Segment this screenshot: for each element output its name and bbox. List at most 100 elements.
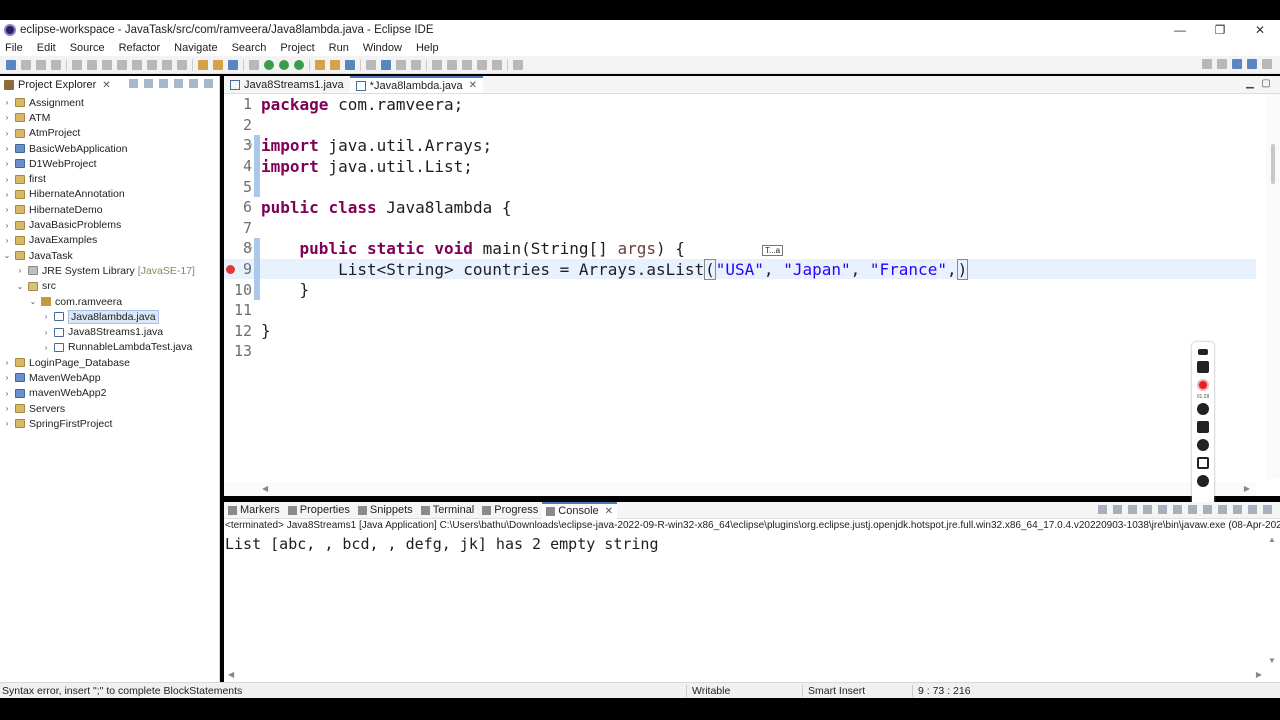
- chevron-right-icon[interactable]: ›: [2, 236, 12, 245]
- back-icon[interactable]: [477, 59, 487, 70]
- open-perspective-icon[interactable]: [1217, 59, 1227, 69]
- menu-edit[interactable]: Edit: [37, 42, 56, 54]
- settings-gear-icon[interactable]: [1197, 475, 1209, 487]
- tree-item[interactable]: › first: [0, 171, 219, 186]
- remove-all-icon[interactable]: [1128, 505, 1137, 514]
- step-into-icon[interactable]: [147, 59, 157, 70]
- pin-editor-icon[interactable]: [513, 59, 523, 70]
- menu-run[interactable]: Run: [329, 42, 349, 54]
- tree-item[interactable]: › JRE System Library [JavaSE-17]: [0, 263, 219, 278]
- forward-icon[interactable]: [492, 59, 502, 70]
- close-icon[interactable]: ✕: [605, 506, 613, 517]
- menu-help[interactable]: Help: [416, 42, 439, 54]
- maximize-button[interactable]: ❐: [1200, 20, 1240, 40]
- tree-item[interactable]: › Java8lambda.java: [0, 309, 219, 324]
- code-line[interactable]: 10 }: [224, 279, 1256, 300]
- code-line[interactable]: 12}: [224, 321, 1256, 342]
- chevron-right-icon[interactable]: ›: [2, 175, 12, 184]
- code-line[interactable]: 4 import java.util.List;: [224, 155, 1256, 177]
- fold-toggle-icon[interactable]: ⊖: [248, 244, 252, 252]
- save-icon[interactable]: [21, 59, 31, 70]
- chevron-right-icon[interactable]: ›: [2, 113, 12, 122]
- new-server-icon[interactable]: [198, 59, 208, 70]
- editor-horizontal-scrollbar[interactable]: ◀ ▶: [224, 482, 1256, 496]
- code-line[interactable]: 3 ⊖ import java.util.Arrays;: [224, 135, 1256, 156]
- code-line[interactable]: 6 public class Java8lambda {: [224, 197, 1256, 218]
- editor-vertical-scrollbar[interactable]: [1266, 94, 1280, 479]
- chevron-right-icon[interactable]: ›: [41, 312, 51, 321]
- menu-file[interactable]: File: [5, 42, 23, 54]
- maximize-view-icon[interactable]: [1263, 505, 1272, 514]
- step-return-icon[interactable]: [177, 59, 187, 70]
- chevron-right-icon[interactable]: ›: [2, 98, 12, 107]
- link-editor-icon[interactable]: [144, 79, 153, 88]
- tab-java8lambda[interactable]: *Java8lambda.java ✕: [349, 76, 484, 93]
- chevron-right-icon[interactable]: ›: [2, 159, 12, 168]
- run-icon[interactable]: [264, 59, 274, 70]
- tree-item[interactable]: › SpringFirstProject: [0, 416, 219, 431]
- toggle-mark-occurrences-icon[interactable]: [366, 59, 376, 70]
- fold-toggle-icon[interactable]: ⊖: [248, 141, 252, 149]
- chevron-right-icon[interactable]: ›: [2, 129, 12, 138]
- chevron-right-icon[interactable]: ›: [2, 358, 12, 367]
- scroll-left-icon[interactable]: ◀: [228, 670, 234, 679]
- search-icon[interactable]: [1202, 59, 1212, 69]
- chevron-right-icon[interactable]: ›: [2, 190, 12, 199]
- disconnect-icon[interactable]: [132, 59, 142, 70]
- camera-icon[interactable]: [1197, 361, 1209, 373]
- open-console-icon[interactable]: [1233, 505, 1242, 514]
- last-edit-location-icon[interactable]: [462, 59, 472, 70]
- minimize-button[interactable]: —: [1160, 20, 1200, 40]
- java-perspective-icon[interactable]: [1247, 59, 1257, 69]
- collapse-all-icon[interactable]: [129, 79, 138, 88]
- menu-refactor[interactable]: Refactor: [119, 42, 161, 54]
- chevron-down-icon[interactable]: ⌄: [2, 251, 12, 260]
- terminate-icon[interactable]: [1098, 505, 1107, 514]
- tree-item[interactable]: › ATM: [0, 110, 219, 125]
- record-icon[interactable]: [1197, 379, 1209, 391]
- java-ee-perspective-icon[interactable]: [1232, 59, 1242, 69]
- minimize-editor-icon[interactable]: ▁: [1244, 78, 1256, 89]
- console-vertical-scrollbar[interactable]: ▲ ▼: [1268, 535, 1280, 665]
- tree-item[interactable]: › JavaBasicProblems: [0, 217, 219, 232]
- scroll-left-icon[interactable]: ◀: [262, 484, 268, 493]
- code-line[interactable]: 7: [224, 218, 1256, 239]
- minimize-view-icon[interactable]: [189, 79, 198, 88]
- terminate-icon[interactable]: [117, 59, 127, 70]
- scroll-right-icon[interactable]: ▶: [1244, 484, 1250, 493]
- tree-item[interactable]: ⌄ JavaTask: [0, 248, 219, 263]
- console-output[interactable]: List [abc, , bcd, , defg, jk] has 2 empt…: [224, 535, 1280, 553]
- tree-item[interactable]: › mavenWebApp2: [0, 386, 219, 401]
- tab-markers[interactable]: Markers: [224, 502, 284, 519]
- code-line[interactable]: 1 package com.ramveera;: [224, 94, 1256, 115]
- tree-item[interactable]: ⌄ src: [0, 279, 219, 294]
- tree-item[interactable]: ⌄ com.ramveera: [0, 294, 219, 309]
- skip-breakpoints-icon[interactable]: [72, 59, 82, 70]
- chevron-down-icon[interactable]: ⌄: [15, 282, 25, 291]
- tree-item[interactable]: › MavenWebApp: [0, 370, 219, 385]
- code-line[interactable]: 8 ⊖ public static void main(String[] args…: [224, 238, 1256, 259]
- recorder-handle-icon[interactable]: [1198, 349, 1208, 355]
- save-all-icon[interactable]: [36, 59, 46, 70]
- error-marker-icon[interactable]: [226, 264, 235, 274]
- remove-launch-icon[interactable]: [1113, 505, 1122, 514]
- chevron-right-icon[interactable]: ›: [2, 404, 12, 413]
- chevron-right-icon[interactable]: ›: [2, 419, 12, 428]
- tree-item[interactable]: › HibernateDemo: [0, 202, 219, 217]
- tab-java8streams1[interactable]: Java8Streams1.java: [224, 76, 350, 93]
- debug-perspective-icon[interactable]: [1262, 59, 1272, 69]
- code-line[interactable]: 5: [224, 176, 1256, 197]
- menu-window[interactable]: Window: [363, 42, 402, 54]
- external-tools-icon[interactable]: [294, 59, 304, 70]
- speaker-icon[interactable]: [1197, 421, 1209, 433]
- tree-item[interactable]: › Servers: [0, 401, 219, 416]
- scroll-thumb[interactable]: [1271, 144, 1275, 184]
- display-console-icon[interactable]: [1218, 505, 1227, 514]
- new-icon[interactable]: [6, 59, 16, 70]
- suspend-icon[interactable]: [102, 59, 112, 70]
- tab-terminal[interactable]: Terminal: [417, 502, 479, 519]
- chevron-right-icon[interactable]: ›: [2, 389, 12, 398]
- tab-project-explorer[interactable]: Project Explorer ✕: [0, 79, 115, 91]
- coverage-icon[interactable]: [279, 59, 289, 70]
- tree-item[interactable]: › HibernateAnnotation: [0, 187, 219, 202]
